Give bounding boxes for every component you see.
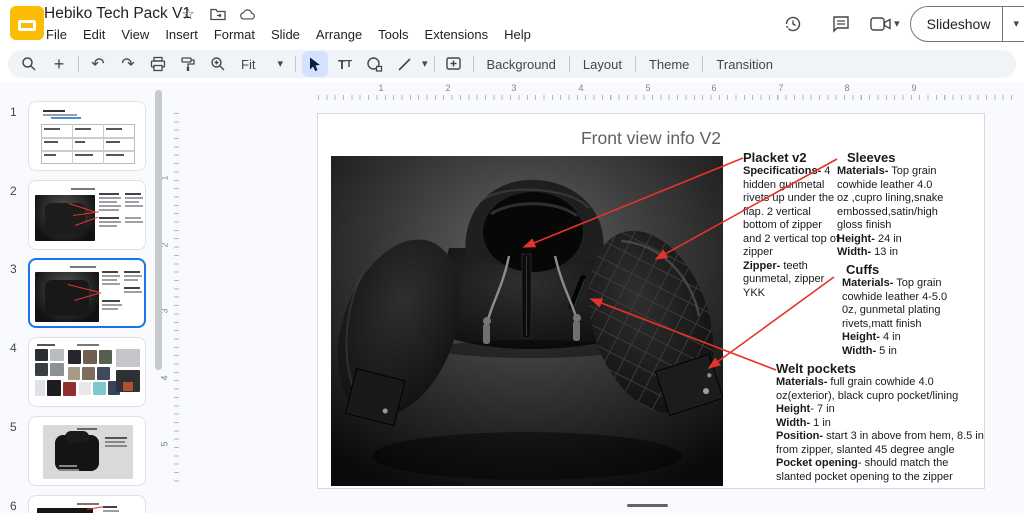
- slideshow-button[interactable]: Slideshow ▾: [910, 6, 1024, 42]
- menu-insert[interactable]: Insert: [157, 25, 206, 44]
- annotation-welt-pockets[interactable]: Welt pockets Materials- full grain cowhi…: [776, 361, 984, 484]
- menu-file[interactable]: File: [38, 25, 75, 44]
- jacket-image[interactable]: [331, 156, 723, 486]
- background-button[interactable]: Background: [478, 54, 565, 75]
- menu-view[interactable]: View: [113, 25, 157, 44]
- app-header: Hebiko Tech Pack V1 ☆ File Edit View Ins…: [0, 0, 1024, 48]
- annotation-placket[interactable]: Placket v2 Specifications- 4 hidden gunm…: [743, 150, 839, 300]
- slide-number: 3: [10, 262, 17, 276]
- version-history-icon[interactable]: [774, 5, 812, 43]
- undo-icon[interactable]: ↶: [85, 51, 111, 77]
- horizontal-ruler: 1 2 3 4 5 6 7 8 9: [318, 84, 1015, 100]
- toolbar-separator: [473, 56, 474, 72]
- new-slide-plus-icon[interactable]: +: [46, 51, 72, 77]
- theme-button[interactable]: Theme: [640, 54, 698, 75]
- print-icon[interactable]: [145, 51, 171, 77]
- vertical-ruler: 1 2 3 4 5: [170, 113, 179, 489]
- zoom-in-icon[interactable]: [205, 51, 231, 77]
- menu-extensions[interactable]: Extensions: [417, 25, 497, 44]
- star-icon[interactable]: ☆: [180, 6, 196, 22]
- add-comment-icon[interactable]: [441, 51, 467, 77]
- slide-number: 6: [10, 499, 17, 513]
- work-area: 1 2 3 4 5 6 7 8 9 1 2 3 4 5 1 2 3 4 5 6: [0, 82, 1024, 513]
- slide-canvas[interactable]: Front view info V2: [317, 113, 985, 489]
- camera-caret-icon[interactable]: ▾: [894, 19, 900, 30]
- toolbar-separator: [78, 56, 79, 72]
- annotation-sleeves[interactable]: Sleeves Materials- Top grain cowhide lea…: [837, 150, 947, 260]
- filmstrip-scrollbar[interactable]: [155, 90, 162, 370]
- layout-button[interactable]: Layout: [574, 54, 631, 75]
- paint-format-icon[interactable]: [175, 51, 201, 77]
- transition-button[interactable]: Transition: [707, 54, 782, 75]
- menu-tools[interactable]: Tools: [370, 25, 416, 44]
- slide-number: 2: [10, 184, 17, 198]
- zoom-select[interactable]: Fit ▾: [233, 55, 291, 74]
- slide-thumbnail-3[interactable]: [28, 258, 146, 328]
- menu-help[interactable]: Help: [496, 25, 539, 44]
- comment-history-icon[interactable]: [822, 5, 860, 43]
- slide-title[interactable]: Front view info V2: [318, 128, 984, 149]
- menu-format[interactable]: Format: [206, 25, 263, 44]
- line-tool-icon[interactable]: [392, 51, 418, 77]
- slide-number: 1: [10, 105, 17, 119]
- slide-number: 4: [10, 341, 17, 355]
- menu-slide[interactable]: Slide: [263, 25, 308, 44]
- menu-edit[interactable]: Edit: [75, 25, 113, 44]
- zoom-caret-icon: ▾: [277, 59, 283, 70]
- toolbar-separator: [635, 56, 636, 72]
- text-box-tool-icon[interactable]: TT: [332, 51, 358, 77]
- menu-arrange[interactable]: Arrange: [308, 25, 370, 44]
- toolbar-separator: [702, 56, 703, 72]
- slide-thumbnail-1[interactable]: [28, 101, 146, 171]
- toolbar: + ↶ ↷ Fit ▾ TT ▾ Background Layout Theme…: [8, 50, 1016, 78]
- slide-thumbnail-4[interactable]: [28, 337, 146, 407]
- annotation-cuffs[interactable]: Cuffs Materials- Top grain cowhide leath…: [842, 262, 956, 358]
- document-title[interactable]: Hebiko Tech Pack V1: [44, 5, 191, 23]
- slide-thumbnail-6[interactable]: [28, 495, 146, 513]
- move-folder-icon[interactable]: [210, 6, 226, 22]
- search-menus-icon[interactable]: [16, 51, 42, 77]
- line-tool-caret-icon[interactable]: ▾: [422, 59, 428, 70]
- select-tool-icon[interactable]: [302, 51, 328, 77]
- toolbar-separator: [434, 56, 435, 72]
- slide-thumbnail-2[interactable]: [28, 180, 146, 250]
- cloud-status-icon[interactable]: [240, 6, 256, 22]
- toolbar-separator: [569, 56, 570, 72]
- meet-camera-button[interactable]: ▾: [870, 16, 900, 32]
- menu-bar: File Edit View Insert Format Slide Arran…: [38, 25, 539, 44]
- slide-number: 5: [10, 420, 17, 434]
- notes-resize-handle[interactable]: [627, 504, 668, 507]
- filmstrip: 1 2 3 4 5 6: [0, 82, 168, 513]
- slideshow-caret-icon[interactable]: ▾: [1003, 19, 1024, 30]
- redo-icon[interactable]: ↷: [115, 51, 141, 77]
- toolbar-separator: [295, 56, 296, 72]
- slide-thumbnail-5[interactable]: [28, 416, 146, 486]
- shape-tool-icon[interactable]: [362, 51, 388, 77]
